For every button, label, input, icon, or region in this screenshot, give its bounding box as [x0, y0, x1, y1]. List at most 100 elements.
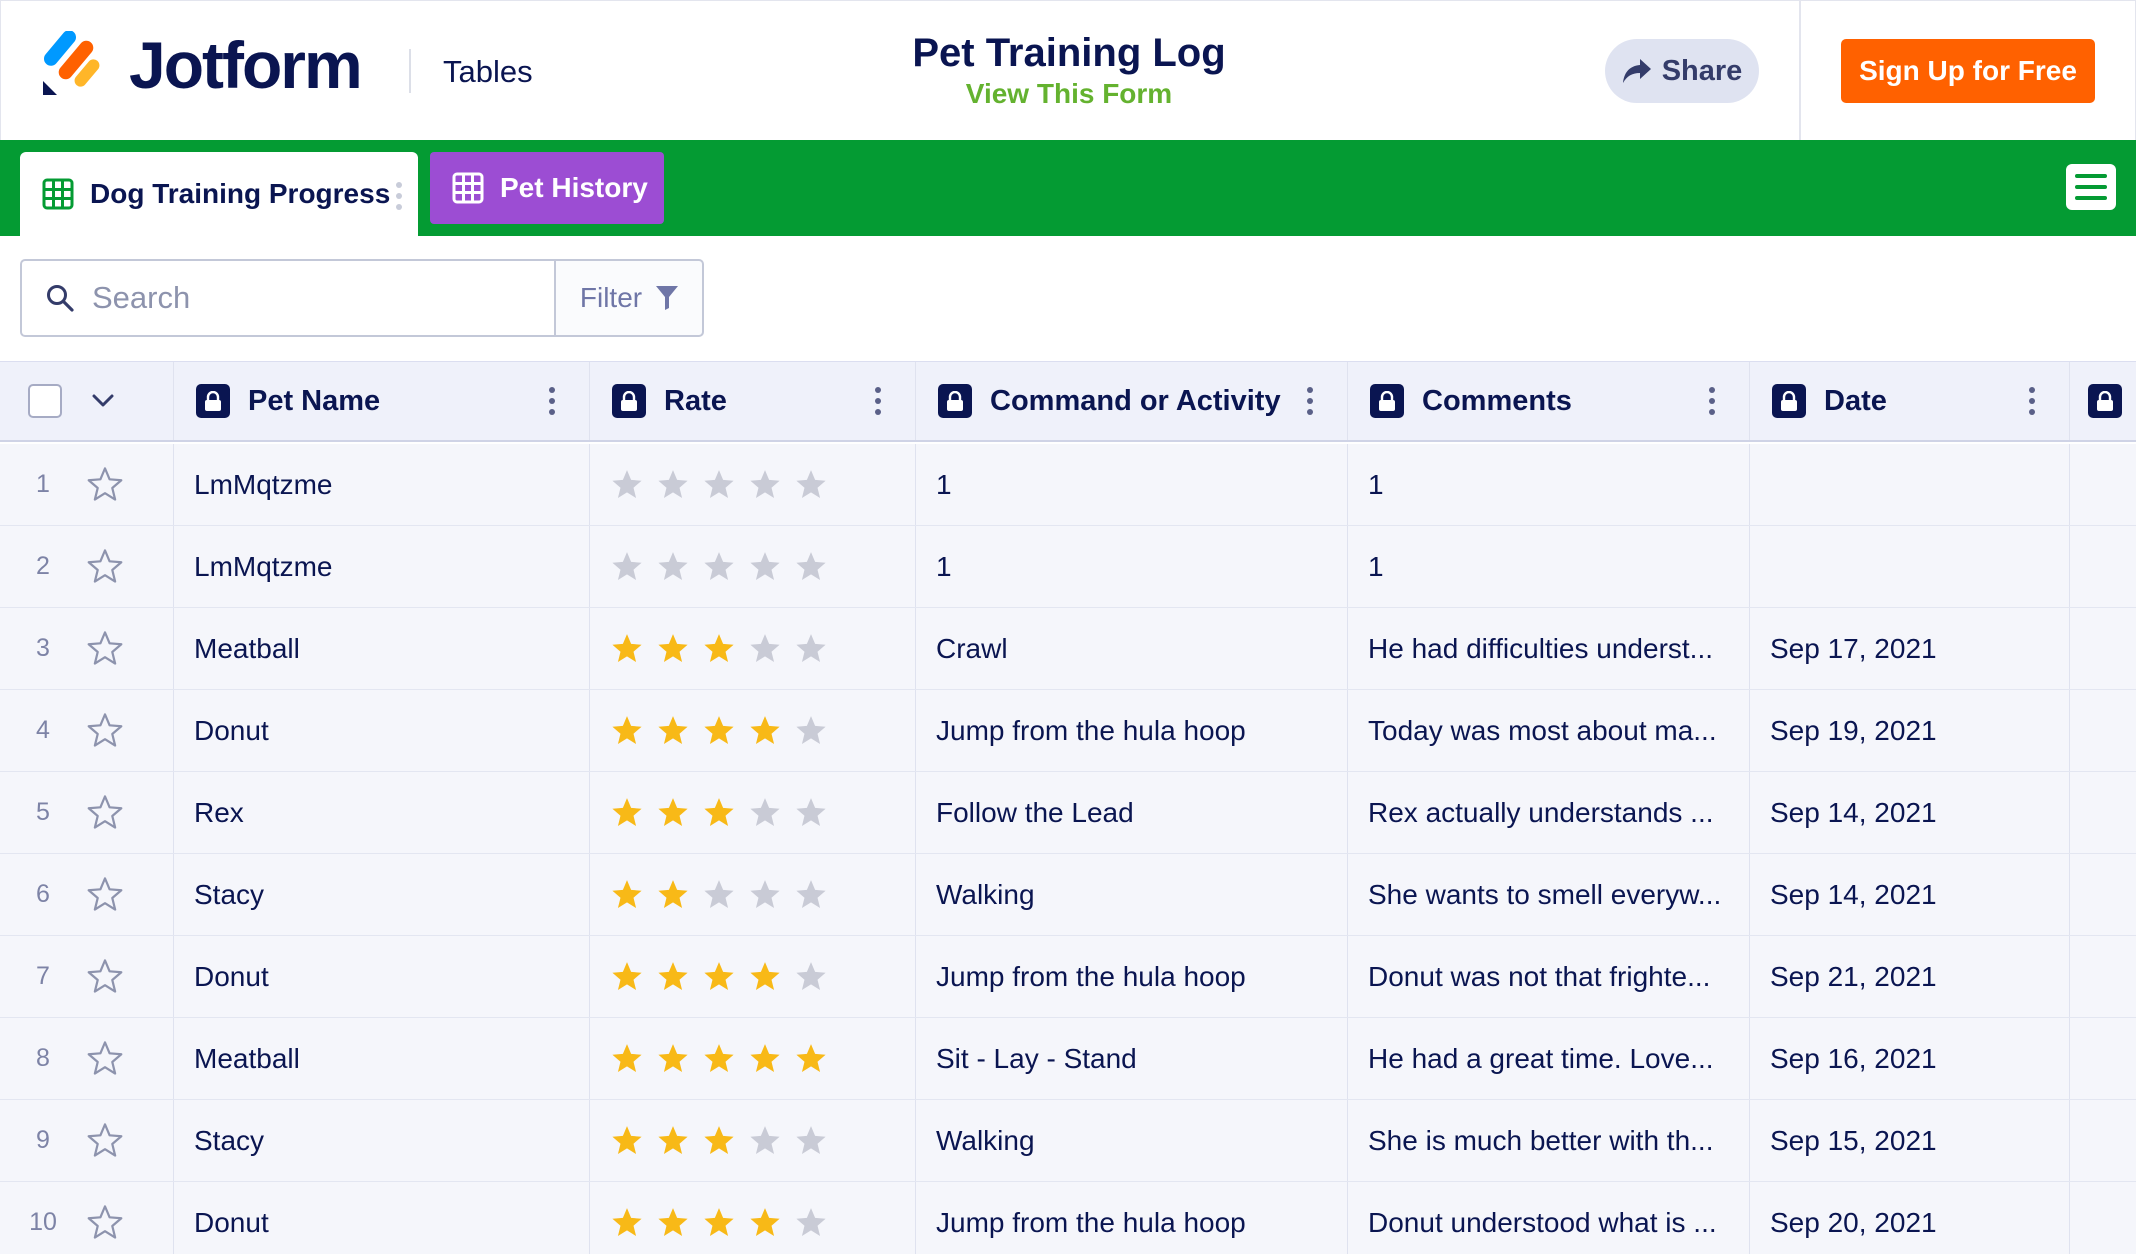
- tab-options-icon[interactable]: [396, 182, 402, 210]
- star-outline-icon[interactable]: [86, 630, 124, 668]
- command-cell[interactable]: Walking: [916, 1100, 1348, 1181]
- star-rating[interactable]: [610, 714, 828, 748]
- rating-cell[interactable]: [590, 854, 916, 935]
- star-filled-icon[interactable]: [748, 1042, 782, 1076]
- star-empty-icon[interactable]: [748, 1124, 782, 1158]
- search-box[interactable]: [20, 259, 556, 337]
- star-outline-icon[interactable]: [86, 1122, 124, 1160]
- star-rating[interactable]: [610, 632, 828, 666]
- star-filled-icon[interactable]: [610, 632, 644, 666]
- command-cell[interactable]: 1: [916, 526, 1348, 607]
- pet-name-cell[interactable]: Stacy: [174, 1100, 590, 1181]
- command-cell[interactable]: Jump from the hula hoop: [916, 1182, 1348, 1254]
- rating-cell[interactable]: [590, 1018, 916, 1099]
- pet-name-cell[interactable]: Donut: [174, 1182, 590, 1254]
- rating-cell[interactable]: [590, 608, 916, 689]
- column-header-rate[interactable]: Rate: [590, 362, 916, 440]
- rating-cell[interactable]: [590, 444, 916, 525]
- star-filled-icon[interactable]: [656, 714, 690, 748]
- jotform-logo-icon[interactable]: [39, 31, 103, 97]
- star-filled-icon[interactable]: [702, 632, 736, 666]
- comments-cell[interactable]: Donut understood what is ...: [1348, 1182, 1750, 1254]
- star-filled-icon[interactable]: [748, 1206, 782, 1240]
- pet-name-cell[interactable]: Donut: [174, 936, 590, 1017]
- pet-name-cell[interactable]: Donut: [174, 690, 590, 771]
- select-all-checkbox[interactable]: [28, 384, 62, 418]
- star-filled-icon[interactable]: [610, 714, 644, 748]
- star-empty-icon[interactable]: [610, 468, 644, 502]
- star-rating[interactable]: [610, 468, 828, 502]
- comments-cell[interactable]: 1: [1348, 526, 1750, 607]
- pet-name-cell[interactable]: LmMqtzme: [174, 444, 590, 525]
- date-cell[interactable]: [1750, 526, 2070, 607]
- date-cell[interactable]: Sep 20, 2021: [1750, 1182, 2070, 1254]
- column-header-more[interactable]: [2070, 362, 2136, 440]
- column-options-icon[interactable]: [2029, 387, 2035, 415]
- star-outline-icon[interactable]: [86, 876, 124, 914]
- star-outline-icon[interactable]: [86, 466, 124, 504]
- star-filled-icon[interactable]: [702, 1042, 736, 1076]
- star-rating[interactable]: [610, 1206, 828, 1240]
- signup-button[interactable]: Sign Up for Free: [1841, 39, 2095, 103]
- star-filled-icon[interactable]: [656, 796, 690, 830]
- tab-pet-history[interactable]: Pet History: [430, 152, 664, 224]
- rating-cell[interactable]: [590, 526, 916, 607]
- star-empty-icon[interactable]: [748, 796, 782, 830]
- star-filled-icon[interactable]: [702, 1206, 736, 1240]
- star-empty-icon[interactable]: [610, 550, 644, 584]
- star-rating[interactable]: [610, 550, 828, 584]
- command-cell[interactable]: Follow the Lead: [916, 772, 1348, 853]
- command-cell[interactable]: Walking: [916, 854, 1348, 935]
- comments-cell[interactable]: Donut was not that frighte...: [1348, 936, 1750, 1017]
- star-empty-icon[interactable]: [702, 468, 736, 502]
- star-empty-icon[interactable]: [748, 878, 782, 912]
- star-rating[interactable]: [610, 796, 828, 830]
- star-filled-icon[interactable]: [656, 878, 690, 912]
- star-outline-icon[interactable]: [86, 1204, 124, 1242]
- command-cell[interactable]: Sit - Lay - Stand: [916, 1018, 1348, 1099]
- star-outline-icon[interactable]: [86, 548, 124, 586]
- column-options-icon[interactable]: [875, 387, 881, 415]
- hamburger-menu-icon[interactable]: [2066, 164, 2116, 210]
- star-outline-icon[interactable]: [86, 712, 124, 750]
- star-outline-icon[interactable]: [86, 1040, 124, 1078]
- star-filled-icon[interactable]: [656, 960, 690, 994]
- star-filled-icon[interactable]: [656, 1124, 690, 1158]
- star-filled-icon[interactable]: [656, 1206, 690, 1240]
- command-cell[interactable]: Jump from the hula hoop: [916, 690, 1348, 771]
- date-cell[interactable]: Sep 14, 2021: [1750, 854, 2070, 935]
- star-empty-icon[interactable]: [656, 550, 690, 584]
- column-options-icon[interactable]: [1709, 387, 1715, 415]
- star-empty-icon[interactable]: [794, 1206, 828, 1240]
- date-cell[interactable]: [1750, 444, 2070, 525]
- star-empty-icon[interactable]: [702, 878, 736, 912]
- star-filled-icon[interactable]: [610, 878, 644, 912]
- column-header-date[interactable]: Date: [1750, 362, 2070, 440]
- star-filled-icon[interactable]: [702, 796, 736, 830]
- comments-cell[interactable]: Rex actually understands ...: [1348, 772, 1750, 853]
- comments-cell[interactable]: He had difficulties underst...: [1348, 608, 1750, 689]
- comments-cell[interactable]: She is much better with th...: [1348, 1100, 1750, 1181]
- column-options-icon[interactable]: [1307, 387, 1313, 415]
- star-empty-icon[interactable]: [794, 1124, 828, 1158]
- star-empty-icon[interactable]: [656, 468, 690, 502]
- comments-cell[interactable]: He had a great time. Love...: [1348, 1018, 1750, 1099]
- star-filled-icon[interactable]: [656, 632, 690, 666]
- star-filled-icon[interactable]: [610, 1206, 644, 1240]
- star-outline-icon[interactable]: [86, 794, 124, 832]
- star-empty-icon[interactable]: [748, 550, 782, 584]
- star-empty-icon[interactable]: [702, 550, 736, 584]
- date-cell[interactable]: Sep 16, 2021: [1750, 1018, 2070, 1099]
- star-empty-icon[interactable]: [794, 550, 828, 584]
- star-empty-icon[interactable]: [794, 714, 828, 748]
- tab-dog-training-progress[interactable]: Dog Training Progress: [20, 152, 418, 236]
- star-filled-icon[interactable]: [702, 960, 736, 994]
- star-filled-icon[interactable]: [610, 796, 644, 830]
- pet-name-cell[interactable]: LmMqtzme: [174, 526, 590, 607]
- star-empty-icon[interactable]: [794, 632, 828, 666]
- star-rating[interactable]: [610, 1124, 828, 1158]
- search-input[interactable]: [92, 280, 532, 316]
- rating-cell[interactable]: [590, 1100, 916, 1181]
- rating-cell[interactable]: [590, 690, 916, 771]
- column-header-comments[interactable]: Comments: [1348, 362, 1750, 440]
